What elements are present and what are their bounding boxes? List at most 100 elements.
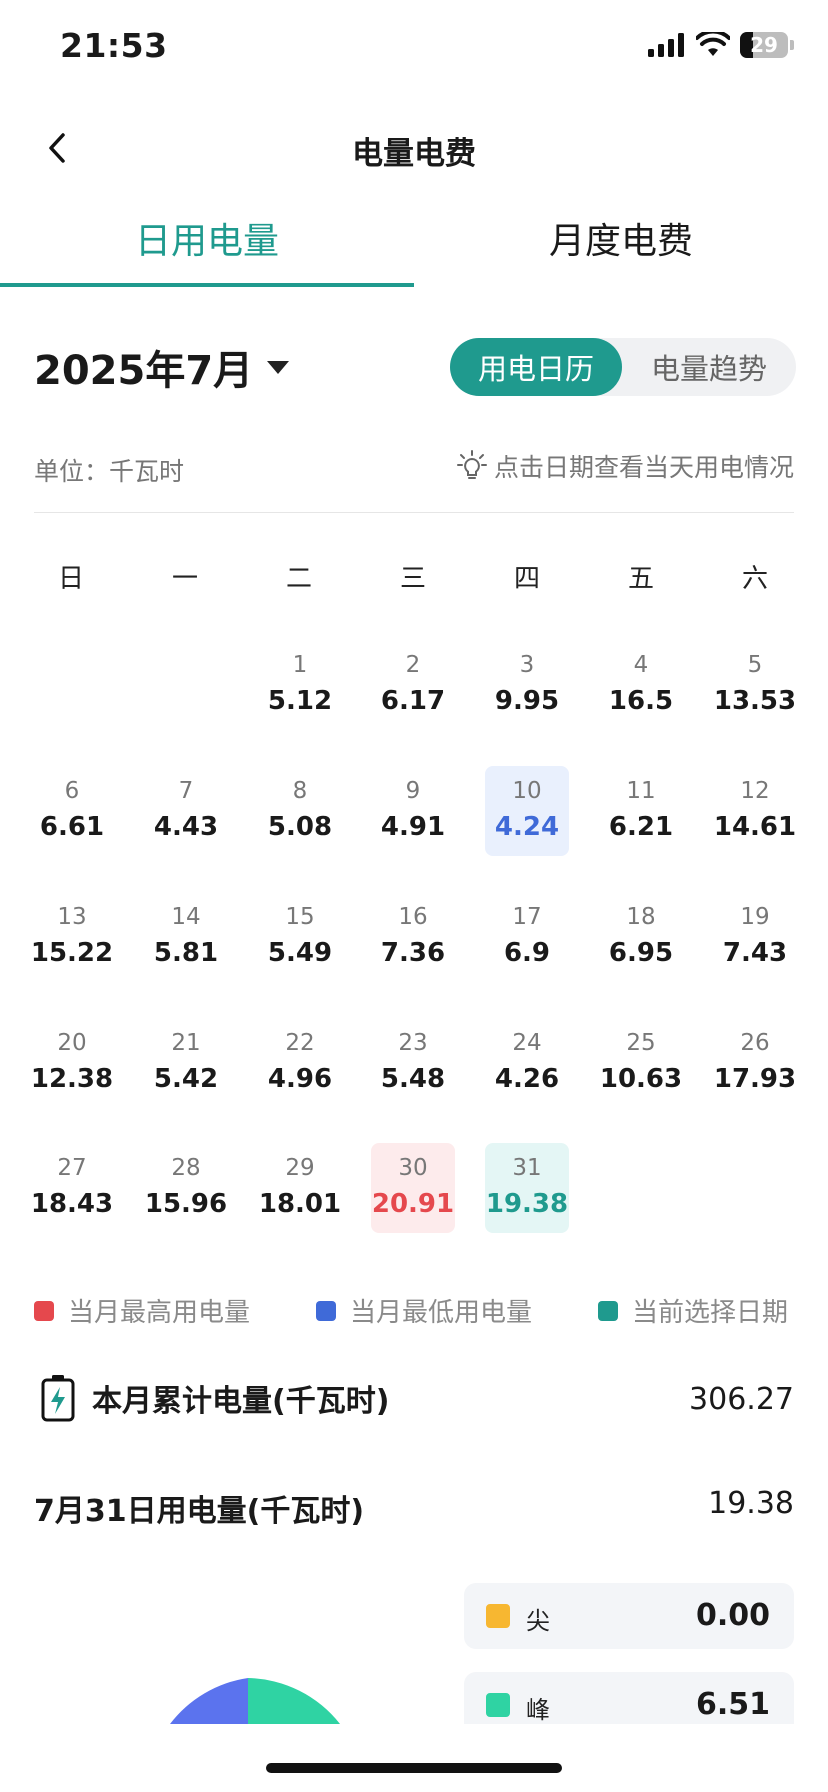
- calendar-day-usage: 6.17: [380, 686, 446, 716]
- tou-peak-value: 6.51: [695, 1687, 770, 1722]
- calendar-day-number: 5: [747, 652, 763, 678]
- calendar-day-number: 10: [512, 778, 542, 804]
- tou-sharp-swatch: [486, 1604, 510, 1628]
- bottom-safe-area: [0, 1724, 828, 1792]
- calendar-day[interactable]: 3 9.95: [485, 640, 569, 730]
- legend-high-swatch: [34, 1300, 54, 1321]
- calendar-day[interactable]: 16 7.36: [371, 892, 455, 982]
- calendar-day-usage: 10.63: [599, 1064, 683, 1094]
- caret-down-icon: [267, 360, 290, 374]
- tou-sharp-label: 尖: [526, 1607, 550, 1635]
- calendar-day-number: 2: [405, 652, 421, 678]
- signal-icon: [648, 33, 684, 57]
- calendar-day-usage: 9.95: [494, 686, 560, 716]
- legend-selected-swatch: [598, 1300, 618, 1321]
- calendar-day-number: 14: [171, 904, 201, 930]
- calendar-day[interactable]: 17 6.9: [485, 892, 569, 982]
- calendar-day-usage: 7.43: [722, 938, 788, 968]
- legend-low-label: 当月最低用电量: [350, 1298, 533, 1328]
- calendar-day-usage: 4.96: [267, 1064, 333, 1094]
- calendar-day-number: 7: [178, 778, 194, 804]
- calendar-day[interactable]: 4 16.5: [599, 640, 683, 730]
- calendar-day-number: 27: [57, 1155, 87, 1181]
- calendar-day[interactable]: 14 5.81: [144, 892, 228, 982]
- calendar-day[interactable]: 9 4.91: [371, 766, 455, 856]
- calendar-day-number: 6: [64, 778, 80, 804]
- calendar-day[interactable]: 1 5.12: [258, 640, 342, 730]
- calendar-day[interactable]: 27 18.43: [30, 1143, 114, 1233]
- legend-selected-label: 当前选择日期: [632, 1298, 789, 1328]
- hint-text: 点击日期查看当天用电情况: [493, 453, 794, 482]
- calendar-day[interactable]: 8 5.08: [258, 766, 342, 856]
- calendar-day[interactable]: 30 20.91: [371, 1143, 455, 1233]
- month-picker[interactable]: 2025年7月: [34, 338, 290, 396]
- calendar-day[interactable]: 29 18.01: [258, 1143, 342, 1233]
- calendar-day-number: 31: [512, 1155, 542, 1181]
- month-total-label: 本月累计电量(千瓦时): [92, 1384, 390, 1419]
- calendar-day[interactable]: 6 6.61: [30, 766, 114, 856]
- calendar-day[interactable]: 7 4.43: [144, 766, 228, 856]
- calendar-day-usage: 5.49: [267, 938, 333, 968]
- calendar-day-usage: 4.91: [380, 812, 446, 842]
- battery-icon: 29: [740, 32, 788, 58]
- calendar-day[interactable]: 25 10.63: [599, 1018, 683, 1108]
- calendar-day-usage: 4.43: [153, 812, 219, 842]
- calendar-day[interactable]: 24 4.26: [485, 1018, 569, 1108]
- calendar-day-usage: 16.5: [608, 686, 674, 716]
- calendar-day[interactable]: 13 15.22: [30, 892, 114, 982]
- calendar-day-usage: 19.38: [485, 1189, 569, 1219]
- tab-underline: [0, 283, 414, 287]
- calendar-day-number: 21: [171, 1030, 201, 1056]
- calendar-day[interactable]: 2 6.17: [371, 640, 455, 730]
- calendar-day[interactable]: 19 7.43: [713, 892, 797, 982]
- tou-peak-swatch: [486, 1693, 510, 1717]
- divider: [34, 512, 794, 513]
- status-icons: 29: [648, 32, 794, 58]
- page-title: 电量电费: [352, 136, 476, 172]
- calendar-day[interactable]: 18 6.95: [599, 892, 683, 982]
- calendar-day-usage: 20.91: [371, 1189, 455, 1219]
- calendar-day-number: 22: [285, 1030, 315, 1056]
- chevron-left-icon: [49, 133, 65, 163]
- battery-charge-icon: [41, 1375, 75, 1422]
- calendar-day-number: 24: [512, 1030, 542, 1056]
- status-time: 21:53: [60, 26, 168, 65]
- calendar-day[interactable]: 11 6.21: [599, 766, 683, 856]
- calendar-day[interactable]: 21 5.42: [144, 1018, 228, 1108]
- calendar-day[interactable]: 10 4.24: [485, 766, 569, 856]
- calendar-day-number: 15: [285, 904, 315, 930]
- calendar-day-number: 23: [398, 1030, 428, 1056]
- wifi-icon: [696, 32, 730, 56]
- calendar-day-number: 28: [171, 1155, 201, 1181]
- legend-high: 当月最高用电量: [34, 1292, 250, 1329]
- calendar-day-usage: 6.95: [608, 938, 674, 968]
- calendar-day[interactable]: 5 13.53: [713, 640, 797, 730]
- calendar-day-usage: 17.93: [713, 1064, 797, 1094]
- tab-daily-usage[interactable]: 日用电量: [0, 212, 414, 264]
- lightbulb-icon: [456, 450, 487, 479]
- calendar-day-number: 20: [57, 1030, 87, 1056]
- weekday-label: 四: [513, 564, 540, 594]
- calendar-day-number: 8: [292, 778, 308, 804]
- calendar-day[interactable]: 26 17.93: [713, 1018, 797, 1108]
- back-button[interactable]: [42, 128, 72, 168]
- calendar-day-usage: 18.43: [30, 1189, 114, 1219]
- day-usage-value: 19.38: [708, 1486, 794, 1521]
- calendar-day[interactable]: 15 5.49: [258, 892, 342, 982]
- calendar-day[interactable]: 31 19.38: [485, 1143, 569, 1233]
- calendar-day-usage: 13.53: [713, 686, 797, 716]
- view-toggle: 用电日历 电量趋势: [450, 338, 796, 396]
- calendar-view-button[interactable]: 用电日历: [450, 338, 622, 396]
- calendar-day[interactable]: 22 4.96: [258, 1018, 342, 1108]
- trend-view-button[interactable]: 电量趋势: [622, 338, 796, 396]
- donut-segment-valley: [170, 1678, 248, 1724]
- month-label: 2025年7月: [34, 348, 254, 394]
- calendar-day-number: 26: [740, 1030, 770, 1056]
- calendar-day[interactable]: 23 5.48: [371, 1018, 455, 1108]
- calendar-day[interactable]: 28 15.96: [144, 1143, 228, 1233]
- calendar-day-usage: 5.81: [153, 938, 219, 968]
- calendar-day-number: 19: [740, 904, 770, 930]
- tab-monthly-bill[interactable]: 月度电费: [414, 212, 828, 264]
- calendar-day[interactable]: 20 12.38: [30, 1018, 114, 1108]
- calendar-day[interactable]: 12 14.61: [713, 766, 797, 856]
